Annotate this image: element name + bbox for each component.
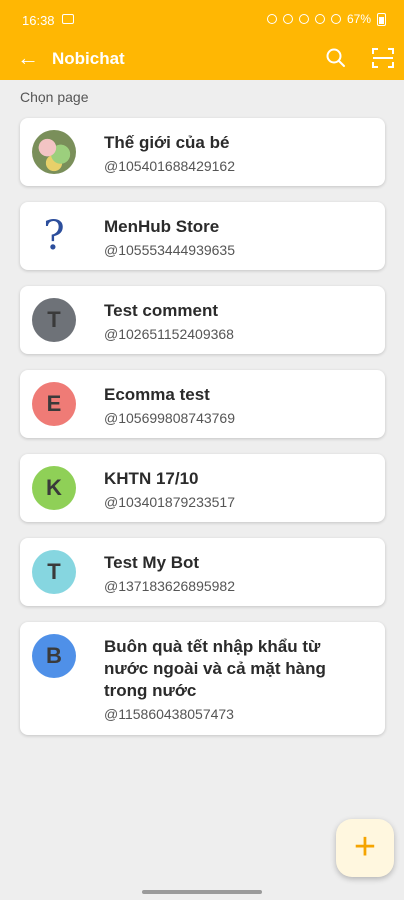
alarm-icon xyxy=(266,14,277,24)
page-name: Ecomma test xyxy=(104,385,210,404)
page-name: Test My Bot xyxy=(104,553,200,572)
page-avatar: E xyxy=(32,382,76,426)
page-name: Test comment xyxy=(104,301,218,320)
page-name: MenHub Store xyxy=(104,217,220,236)
page-card[interactable]: Thế giới của bé @105401688429162 xyxy=(20,118,385,186)
status-time: 16:38 xyxy=(22,13,55,28)
page-card[interactable]: B Buôn quà tết nhập khẩu từ nước ngoài v… xyxy=(20,622,385,735)
scan-icon[interactable] xyxy=(370,45,396,71)
page-id: @103401879233517 xyxy=(104,494,236,510)
page-card[interactable]: K KHTN 17/10 @103401879233517 xyxy=(20,454,385,522)
section-label: Chọn page xyxy=(20,89,89,105)
page-name: Thế giới của bé xyxy=(104,133,230,152)
page-name: KHTN 17/10 xyxy=(104,469,199,488)
question-mark-icon: ? xyxy=(32,214,76,258)
plus-icon: + xyxy=(353,826,377,868)
app-bar: ← Nobichat xyxy=(0,38,404,80)
page-avatar xyxy=(32,130,76,174)
battery-percent: 67% xyxy=(346,12,371,26)
page-id: @102651152409368 xyxy=(104,326,234,342)
home-indicator xyxy=(142,890,262,894)
wifi-icon xyxy=(314,14,325,24)
page-avatar: T xyxy=(32,298,76,342)
add-page-button[interactable]: + xyxy=(336,819,394,877)
page-id: @105401688429162 xyxy=(104,158,236,174)
status-icons: 67% xyxy=(266,12,386,26)
location-icon xyxy=(298,14,309,24)
search-icon[interactable] xyxy=(324,46,348,70)
signal-icon xyxy=(330,14,341,24)
page-card[interactable]: E Ecomma test @105699808743769 xyxy=(20,370,385,438)
page-avatar: K xyxy=(32,466,76,510)
page-avatar: B xyxy=(32,634,76,678)
back-arrow-icon[interactable]: ← xyxy=(16,46,40,70)
mute-icon xyxy=(282,14,293,24)
page-id: @105699808743769 xyxy=(104,410,236,426)
battery-icon xyxy=(377,12,386,26)
gallery-icon xyxy=(62,14,74,24)
page-name: Buôn quà tết nhập khẩu từ nước ngoài và … xyxy=(104,637,326,700)
page-id: @105553444939635 xyxy=(104,242,236,258)
app-title: Nobichat xyxy=(52,49,125,68)
page-id: @115860438057473 xyxy=(104,706,234,722)
page-card[interactable]: ? MenHub Store @105553444939635 xyxy=(20,202,385,270)
page-card[interactable]: T Test My Bot @137183626895982 xyxy=(20,538,385,606)
page-card[interactable]: T Test comment @102651152409368 xyxy=(20,286,385,354)
page-avatar: T xyxy=(32,550,76,594)
status-bar: 16:38 67% xyxy=(0,0,404,38)
page-id: @137183626895982 xyxy=(104,578,236,594)
